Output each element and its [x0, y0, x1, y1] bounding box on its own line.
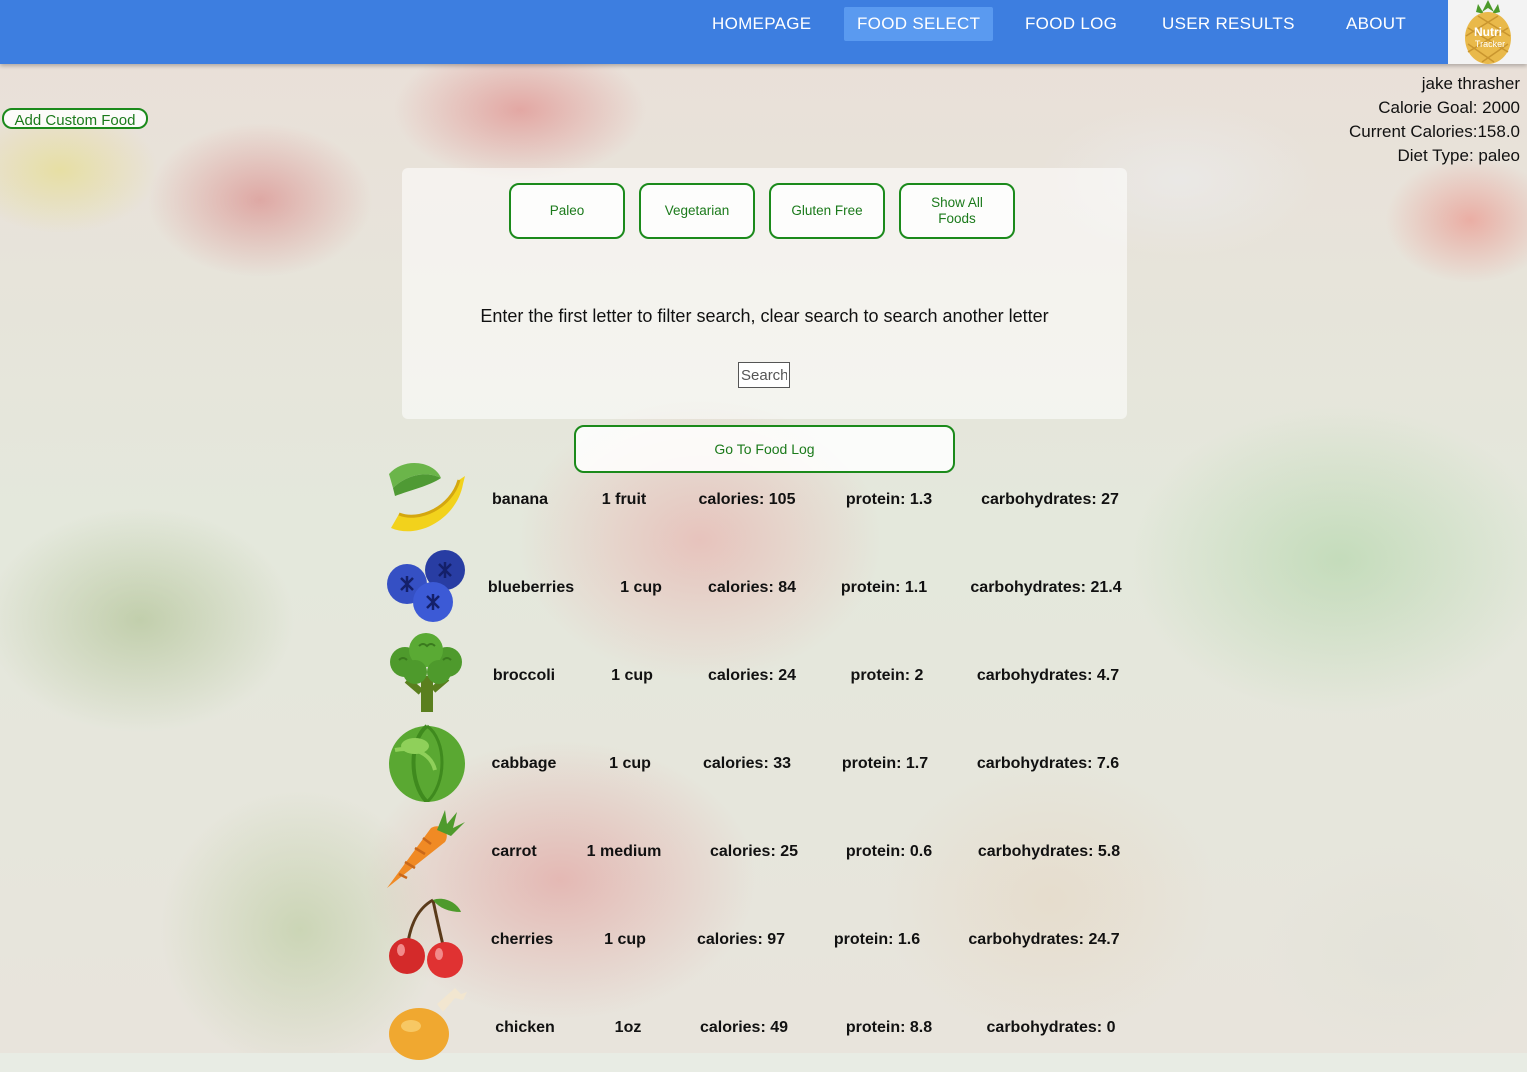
food-carbohydrates: carbohydrates: 21.4 — [970, 579, 1122, 596]
food-name: carrot — [491, 843, 537, 860]
food-serving: 1 fruit — [601, 491, 647, 508]
show-all-foods-button[interactable]: Show All Foods — [899, 183, 1015, 239]
food-row-cabbage[interactable]: cabbage 1 cup calories: 33 protein: 1.7 … — [380, 720, 1140, 808]
broccoli-icon — [390, 633, 462, 712]
blueberries-icon — [387, 550, 465, 622]
user-name: jake thrasher — [1421, 74, 1520, 93]
food-calories: calories: 49 — [699, 1019, 789, 1036]
food-name: cabbage — [491, 755, 557, 772]
top-navbar: HOMEPAGE FOOD SELECT FOOD LOG USER RESUL… — [0, 0, 1527, 64]
food-calories: calories: 25 — [709, 843, 799, 860]
logo-text-tracker: Tracker — [1475, 39, 1505, 49]
food-carbohydrates: carbohydrates: 27 — [981, 491, 1119, 508]
filter-gluten-free-button[interactable]: Gluten Free — [769, 183, 885, 239]
nutri-tracker-logo[interactable]: Nutri Tracker — [1448, 0, 1527, 64]
banana-icon — [389, 462, 465, 532]
food-serving: 1 cup — [620, 579, 662, 596]
food-name: cherries — [490, 931, 554, 948]
food-carbohydrates: carbohydrates: 4.7 — [976, 667, 1120, 684]
food-row-cherries[interactable]: cherries 1 cup calories: 97 protein: 1.6… — [380, 896, 1140, 984]
nav-about[interactable]: ABOUT — [1333, 7, 1419, 41]
cabbage-icon — [389, 724, 465, 802]
filter-vegetarian-button[interactable]: Vegetarian — [639, 183, 755, 239]
pineapple-icon: Nutri Tracker — [1465, 0, 1511, 64]
food-protein: protein: 1.3 — [845, 491, 933, 508]
filter-paleo-button[interactable]: Paleo — [509, 183, 625, 239]
food-carbohydrates: carbohydrates: 24.7 — [968, 931, 1120, 948]
food-calories: calories: 24 — [707, 667, 797, 684]
food-serving: 1 cup — [611, 667, 653, 684]
diet-type: Diet Type: paleo — [1397, 146, 1520, 165]
food-row-carrot[interactable]: carrot 1 medium calories: 25 protein: 0.… — [380, 808, 1140, 896]
food-row-chicken[interactable]: chicken 1oz calories: 49 protein: 8.8 ca… — [380, 984, 1140, 1072]
food-protein: protein: 1.6 — [833, 931, 921, 948]
food-carbohydrates: carbohydrates: 0 — [986, 1019, 1116, 1036]
cherries-icon — [389, 898, 463, 978]
food-row-broccoli[interactable]: broccoli 1 cup calories: 24 protein: 2 c… — [380, 632, 1140, 720]
food-calories: calories: 97 — [696, 931, 786, 948]
food-serving: 1 medium — [586, 843, 662, 860]
food-name: broccoli — [492, 667, 556, 684]
nav-homepage[interactable]: HOMEPAGE — [699, 7, 824, 41]
calorie-goal: Calorie Goal: 2000 — [1378, 98, 1520, 117]
nav-food-select[interactable]: FOOD SELECT — [844, 7, 994, 41]
food-protein: protein: 2 — [850, 667, 924, 684]
food-protein: protein: 1.1 — [840, 579, 928, 596]
nav-user-results[interactable]: USER RESULTS — [1149, 7, 1308, 41]
food-carbohydrates: carbohydrates: 5.8 — [977, 843, 1121, 860]
food-calories: calories: 84 — [707, 579, 797, 596]
food-serving: 1oz — [614, 1019, 642, 1036]
food-name: blueberries — [487, 579, 575, 596]
food-serving: 1 cup — [604, 931, 646, 948]
current-calories: Current Calories:158.0 — [1348, 122, 1520, 141]
food-row-blueberries[interactable]: blueberries 1 cup calories: 84 protein: … — [380, 544, 1140, 632]
user-info-panel: jake thrasher Calorie Goal: 2000 Current… — [1349, 72, 1520, 168]
food-name: chicken — [495, 1019, 555, 1036]
food-serving: 1 cup — [609, 755, 651, 772]
food-protein: protein: 0.6 — [845, 843, 933, 860]
food-name: banana — [491, 491, 549, 508]
food-carbohydrates: carbohydrates: 7.6 — [976, 755, 1120, 772]
search-input[interactable] — [738, 362, 790, 388]
food-row-banana[interactable]: banana 1 fruit calories: 105 protein: 1.… — [380, 456, 1140, 544]
search-instructions: Enter the first letter to filter search,… — [480, 306, 1049, 326]
food-protein: protein: 8.8 — [845, 1019, 933, 1036]
food-protein: protein: 1.7 — [841, 755, 929, 772]
logo-text-nutri: Nutri — [1474, 25, 1502, 39]
chicken-leg-icon — [389, 988, 467, 1060]
food-calories: calories: 105 — [698, 491, 796, 508]
food-calories: calories: 33 — [702, 755, 792, 772]
nav-food-log[interactable]: FOOD LOG — [1012, 7, 1130, 41]
add-custom-food-button[interactable]: Add Custom Food — [2, 108, 148, 129]
carrot-icon — [387, 810, 465, 888]
